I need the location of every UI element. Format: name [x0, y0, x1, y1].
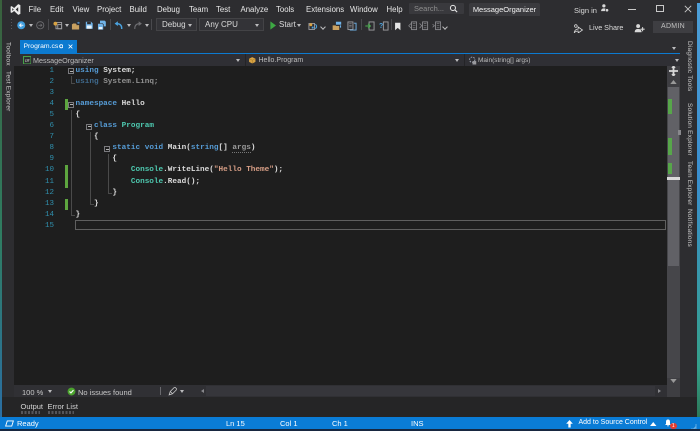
- svg-text:c#: c#: [24, 58, 29, 63]
- svg-text:?: ?: [379, 23, 383, 30]
